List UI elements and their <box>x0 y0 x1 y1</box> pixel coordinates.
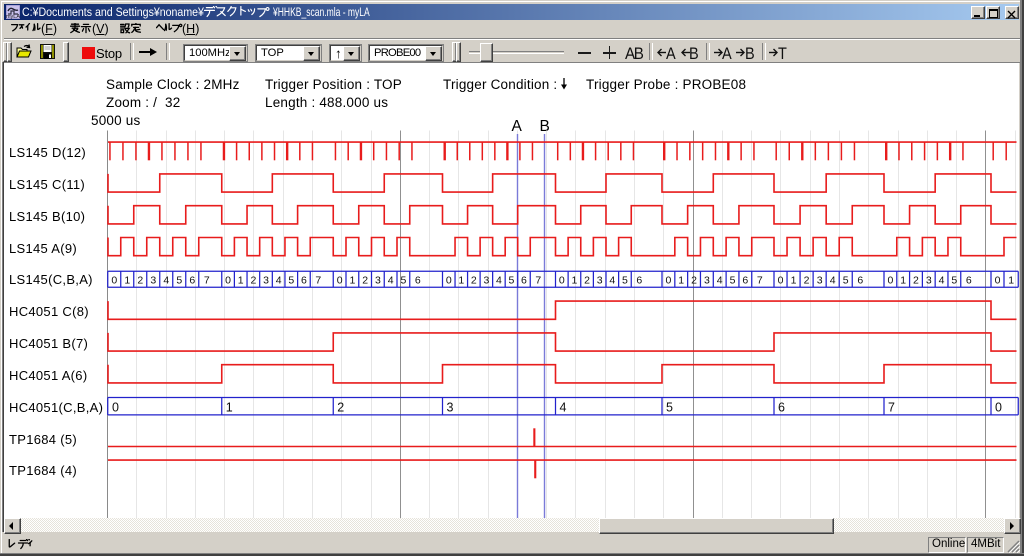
svg-text:3: 3 <box>483 275 489 287</box>
svg-text:0: 0 <box>225 275 231 287</box>
svg-text:6: 6 <box>189 275 195 287</box>
svg-text:3: 3 <box>817 275 823 287</box>
svg-text:2: 2 <box>471 275 477 287</box>
svg-text:4: 4 <box>163 275 169 287</box>
svg-text:1: 1 <box>572 275 578 287</box>
svg-text:1: 1 <box>458 275 464 287</box>
svg-text:6: 6 <box>857 275 863 287</box>
svg-text:0: 0 <box>887 275 893 287</box>
svg-text:2: 2 <box>337 400 344 414</box>
svg-text:0: 0 <box>337 275 343 287</box>
svg-text:6: 6 <box>966 275 972 287</box>
svg-text:0: 0 <box>778 275 784 287</box>
svg-text:4: 4 <box>560 400 567 414</box>
svg-text:2: 2 <box>584 275 590 287</box>
svg-text:3: 3 <box>597 275 603 287</box>
svg-text:1: 1 <box>1008 275 1014 287</box>
svg-text:3: 3 <box>150 275 156 287</box>
svg-text:2: 2 <box>250 275 256 287</box>
svg-text:7: 7 <box>315 275 321 287</box>
svg-text:1: 1 <box>226 400 233 414</box>
svg-text:4: 4 <box>939 275 945 287</box>
svg-text:2: 2 <box>137 275 143 287</box>
svg-text:5: 5 <box>843 275 849 287</box>
svg-text:6: 6 <box>301 275 307 287</box>
svg-text:0: 0 <box>111 275 117 287</box>
svg-text:7: 7 <box>888 400 895 414</box>
svg-text:0: 0 <box>665 275 671 287</box>
svg-text:6: 6 <box>636 275 642 287</box>
svg-text:6: 6 <box>778 400 785 414</box>
svg-text:5: 5 <box>509 275 515 287</box>
svg-text:1: 1 <box>349 275 355 287</box>
svg-text:3: 3 <box>704 275 710 287</box>
svg-text:5: 5 <box>288 275 294 287</box>
svg-text:0: 0 <box>446 275 452 287</box>
svg-text:3: 3 <box>263 275 269 287</box>
svg-text:2: 2 <box>362 275 368 287</box>
svg-text:1: 1 <box>900 275 906 287</box>
svg-text:4: 4 <box>717 275 723 287</box>
svg-text:4: 4 <box>830 275 836 287</box>
svg-text:5: 5 <box>622 275 628 287</box>
svg-text:5: 5 <box>176 275 182 287</box>
svg-text:3: 3 <box>926 275 932 287</box>
svg-text:4: 4 <box>496 275 502 287</box>
svg-text:6: 6 <box>742 275 748 287</box>
svg-text:5: 5 <box>400 275 406 287</box>
svg-text:7: 7 <box>757 275 763 287</box>
svg-text:5: 5 <box>730 275 736 287</box>
svg-text:4: 4 <box>609 275 615 287</box>
svg-text:6: 6 <box>521 275 527 287</box>
svg-text:3: 3 <box>375 275 381 287</box>
svg-text:5: 5 <box>951 275 957 287</box>
svg-text:6: 6 <box>415 275 421 287</box>
svg-text:1: 1 <box>678 275 684 287</box>
svg-text:2: 2 <box>804 275 810 287</box>
svg-text:0: 0 <box>995 275 1001 287</box>
svg-text:7: 7 <box>204 275 210 287</box>
svg-text:7: 7 <box>535 275 541 287</box>
svg-text:3: 3 <box>447 400 454 414</box>
svg-text:0: 0 <box>112 400 119 414</box>
svg-text:1: 1 <box>124 275 130 287</box>
svg-text:2: 2 <box>691 275 697 287</box>
svg-text:0: 0 <box>559 275 565 287</box>
svg-text:2: 2 <box>913 275 919 287</box>
svg-text:0: 0 <box>995 400 1002 414</box>
svg-text:1: 1 <box>238 275 244 287</box>
svg-text:5: 5 <box>666 400 673 414</box>
svg-text:4: 4 <box>388 275 394 287</box>
svg-text:1: 1 <box>791 275 797 287</box>
svg-text:4: 4 <box>276 275 282 287</box>
